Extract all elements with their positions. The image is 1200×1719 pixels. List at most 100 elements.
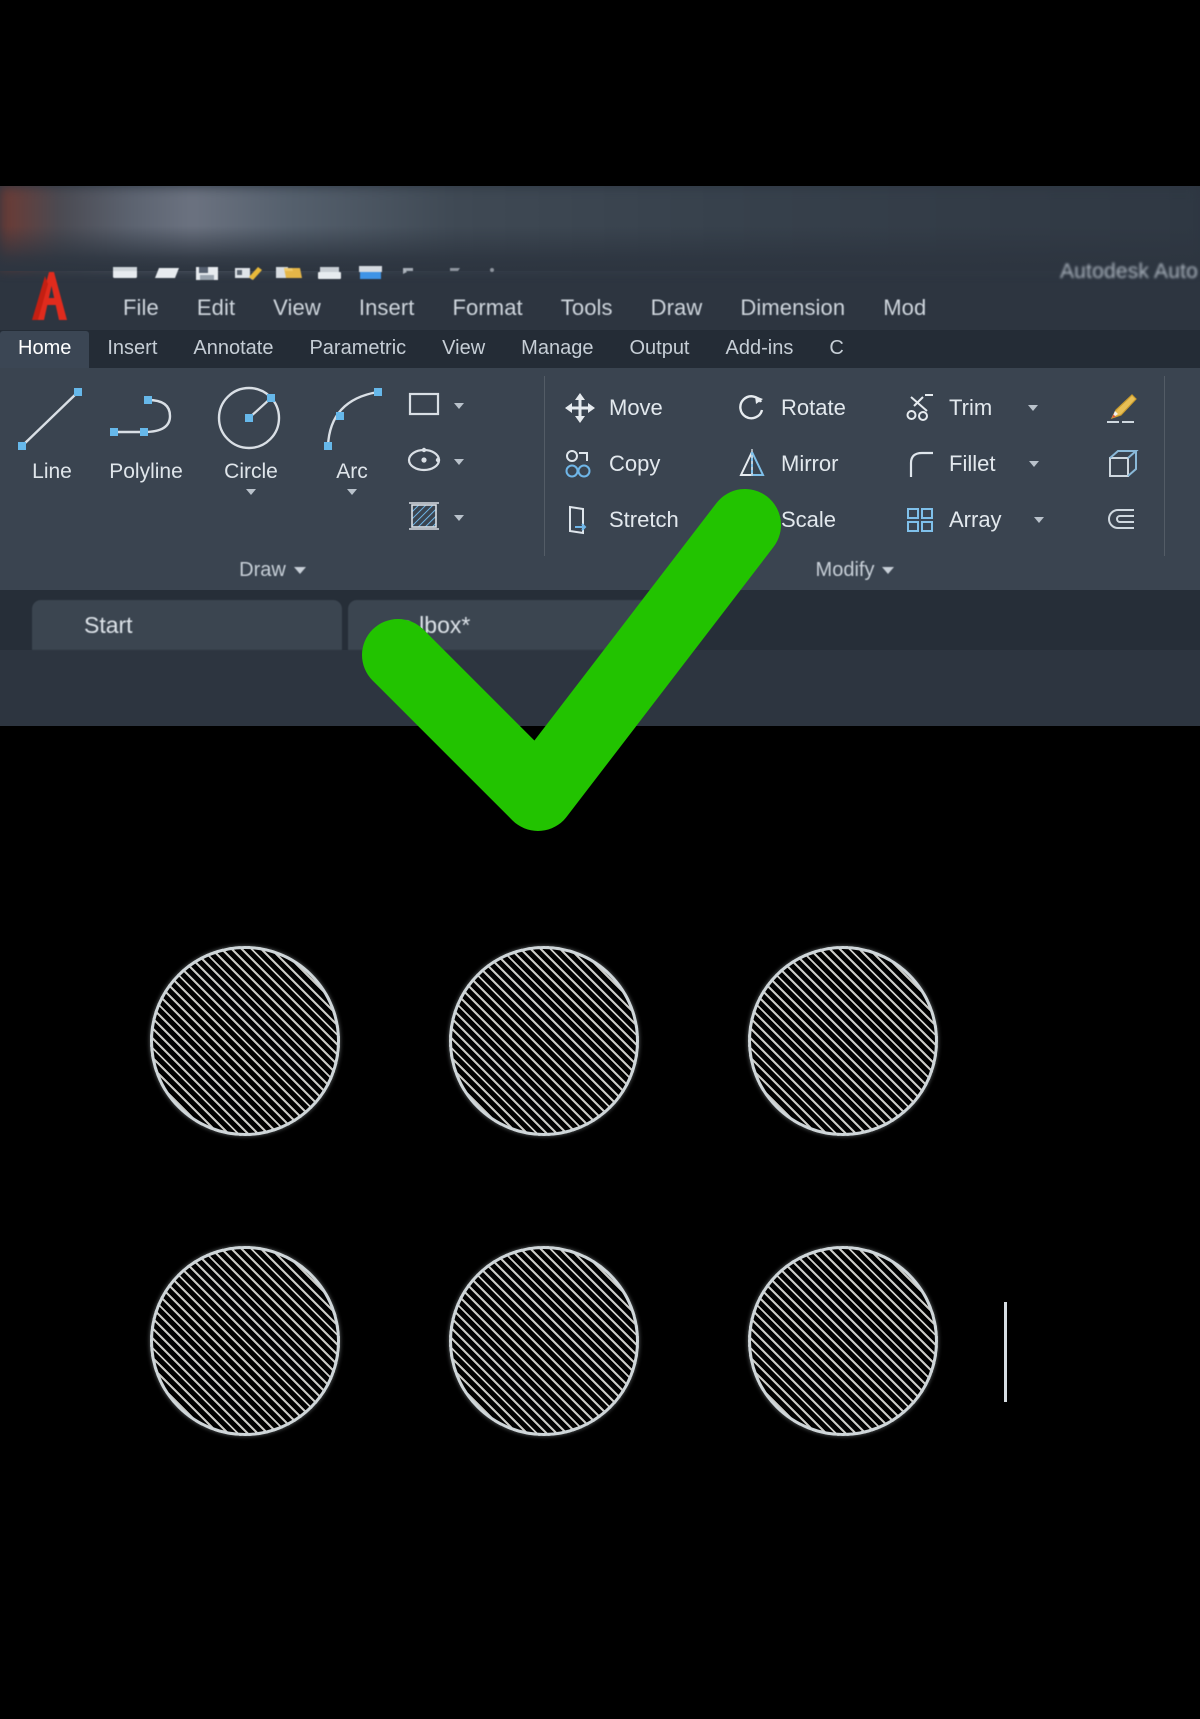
fillet-dropdown-caret-icon[interactable] — [1029, 461, 1040, 467]
letterbox-bottom — [0, 1559, 1200, 1719]
document-tab-drawing[interactable]: a lbox* — [348, 600, 658, 650]
modify-tool-move-label: Move — [609, 395, 663, 420]
modify-tool-fillet[interactable]: Fillet — [903, 436, 1044, 492]
draw-tool-line[interactable]: Line — [4, 374, 100, 484]
modify-tool-copy[interactable]: Copy — [563, 436, 679, 492]
modify-tool-stretch[interactable]: Stretch — [563, 492, 679, 548]
tab-add-ins[interactable]: Add-ins — [708, 331, 812, 368]
move-icon — [563, 391, 597, 425]
save-as-icon[interactable] — [233, 262, 263, 284]
draw-tool-polyline[interactable]: Polyline — [98, 374, 194, 484]
menubar: File Edit View Insert Format Tools Draw … — [104, 288, 945, 328]
menu-item-dimension[interactable]: Dimension — [721, 293, 864, 323]
new-document-tab-button[interactable]: + — [688, 610, 706, 644]
panel-modify: Move Copy Stretch Rotate Mirror Scale Tr… — [545, 368, 1165, 590]
open-folder-icon[interactable] — [274, 262, 304, 284]
new-document-icon[interactable] — [110, 262, 140, 284]
tab-home[interactable]: Home — [0, 331, 90, 368]
menu-item-draw[interactable]: Draw — [632, 293, 722, 323]
tab-view[interactable]: View — [424, 331, 503, 368]
quick-access-toolbar[interactable] — [110, 258, 509, 288]
print-preview-icon[interactable] — [356, 262, 386, 284]
ellipse-icon — [404, 442, 444, 483]
more-icon[interactable] — [479, 262, 509, 284]
open-document-icon[interactable] — [151, 262, 181, 284]
autocad-logo-icon[interactable] — [18, 264, 80, 326]
panel-draw-expand-caret-icon[interactable] — [293, 567, 306, 574]
menu-item-format[interactable]: Format — [433, 293, 541, 323]
modify-tool-fillet-label: Fillet — [949, 451, 996, 476]
undo-icon[interactable] — [397, 262, 427, 284]
circle-outline — [150, 946, 340, 1136]
menu-item-view[interactable]: View — [254, 293, 340, 323]
tab-parametric[interactable]: Parametric — [291, 331, 424, 368]
line-icon — [4, 374, 100, 458]
hatched-circle[interactable] — [449, 1246, 639, 1436]
modify-column-two: Rotate Mirror Scale — [735, 380, 846, 548]
redo-icon[interactable] — [438, 262, 468, 284]
ellipse-dropdown-caret-icon[interactable] — [454, 459, 464, 465]
array-dropdown-caret-icon[interactable] — [1033, 517, 1044, 523]
hatch-dropdown-caret-icon[interactable] — [454, 515, 464, 521]
hatched-circle[interactable] — [748, 1246, 938, 1436]
circle-dropdown-caret-icon[interactable] — [203, 489, 299, 495]
menu-item-tools[interactable]: Tools — [542, 293, 632, 323]
circle-outline — [150, 1246, 340, 1436]
document-tab-start[interactable]: Start — [32, 600, 342, 650]
modify-tool-trim[interactable]: Trim — [903, 380, 1044, 436]
tool-3d-box[interactable] — [1092, 438, 1152, 494]
rectangle-dropdown-caret-icon[interactable] — [454, 403, 464, 409]
modify-column-three: Trim Fillet Array — [903, 380, 1044, 548]
array-icon — [903, 503, 937, 537]
modify-tool-rotate[interactable]: Rotate — [735, 380, 846, 436]
draw-tool-circle[interactable]: Circle — [203, 374, 299, 495]
draw-tool-line-label: Line — [32, 460, 72, 483]
circle-outline — [449, 946, 639, 1136]
crosshair-cursor — [1004, 1302, 1007, 1402]
modify-tool-mirror[interactable]: Mirror — [735, 436, 846, 492]
drawing-canvas[interactable] — [0, 726, 1200, 1559]
tab-annotate[interactable]: Annotate — [175, 331, 291, 368]
menu-item-insert[interactable]: Insert — [340, 293, 434, 323]
save-icon[interactable] — [192, 262, 222, 284]
modify-tool-scale[interactable]: Scale — [735, 492, 846, 548]
menu-item-edit[interactable]: Edit — [178, 293, 254, 323]
circle-outline — [748, 1246, 938, 1436]
tab-manage[interactable]: Manage — [503, 331, 611, 368]
modify-tool-array[interactable]: Array — [903, 492, 1044, 548]
hatched-circle[interactable] — [150, 1246, 340, 1436]
ribbon-tab-strip: Home Insert Annotate Parametric View Man… — [0, 330, 1200, 368]
draw-tool-arc-label: Arc — [336, 460, 368, 483]
menu-item-modify[interactable]: Mod — [864, 293, 945, 323]
panel-modify-expand-caret-icon[interactable] — [882, 567, 895, 574]
modify-column-one: Move Copy Stretch — [563, 380, 679, 548]
hatched-circle[interactable] — [150, 946, 340, 1136]
tab-insert[interactable]: Insert — [89, 331, 175, 368]
trim-dropdown-caret-icon[interactable] — [1028, 405, 1039, 411]
tool-match-properties[interactable] — [1092, 382, 1152, 438]
hatched-circle[interactable] — [748, 946, 938, 1136]
tab-output[interactable]: Output — [611, 331, 707, 368]
draw-tool-arc[interactable]: Arc — [304, 374, 400, 495]
stretch-icon — [563, 503, 597, 537]
rotate-icon — [735, 391, 769, 425]
panel-modify-title-row[interactable]: Modify — [665, 559, 1045, 582]
panel-draw-label: Draw — [239, 559, 286, 581]
hatched-circle[interactable] — [449, 946, 639, 1136]
ribbon-panel-area: Line Polyline Circle Arc Draw Move Copy … — [0, 368, 1200, 590]
tab-collaborate[interactable]: C — [811, 331, 861, 368]
circle-outline — [748, 946, 938, 1136]
draw-tool-hatch[interactable] — [404, 490, 490, 546]
modify-tool-rotate-label: Rotate — [781, 395, 846, 420]
modify-tool-move[interactable]: Move — [563, 380, 679, 436]
tool-offset[interactable] — [1092, 494, 1152, 550]
draw-tool-rectangle[interactable] — [404, 378, 490, 434]
match-properties-pencil-icon — [1102, 388, 1142, 433]
arc-dropdown-caret-icon[interactable] — [304, 489, 400, 495]
panel-draw-title-row[interactable]: Draw — [0, 559, 545, 582]
plot-icon[interactable] — [315, 262, 345, 284]
menu-item-file[interactable]: File — [104, 293, 178, 323]
trim-scissors-icon — [903, 391, 937, 425]
mirror-icon — [735, 447, 769, 481]
draw-tool-ellipse[interactable] — [404, 434, 490, 490]
